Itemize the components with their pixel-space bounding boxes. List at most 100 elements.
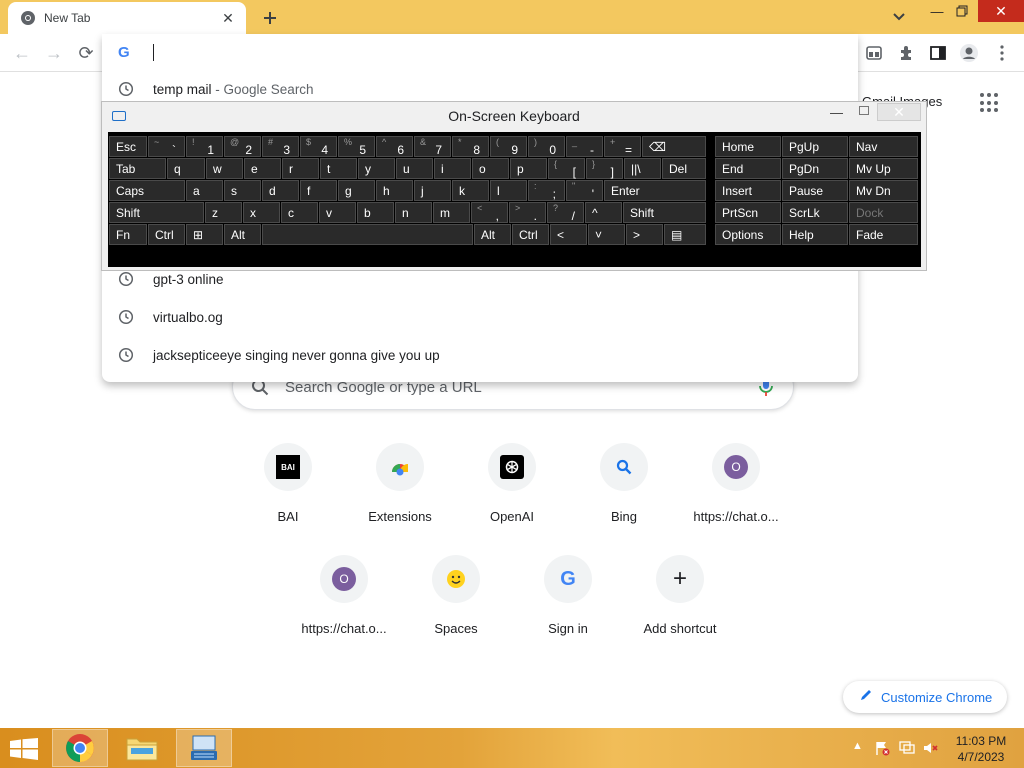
key[interactable]: j <box>414 180 451 201</box>
key[interactable]: r <box>282 158 319 179</box>
key[interactable]: a <box>186 180 223 201</box>
shortcut-chat-1[interactable]: O https://chat.o... <box>680 443 792 543</box>
omnibox-input-caret[interactable] <box>153 44 154 61</box>
key[interactable]: Fade <box>849 224 918 245</box>
key[interactable]: n <box>395 202 432 223</box>
key[interactable]: f <box>300 180 337 201</box>
key[interactable]: {[ <box>548 158 585 179</box>
key[interactable]: Alt <box>474 224 511 245</box>
key[interactable]: Insert <box>715 180 781 201</box>
reload-button[interactable]: ⟳ <box>74 41 98 65</box>
key[interactable]: End <box>715 158 781 179</box>
key[interactable]: PrtScn <box>715 202 781 223</box>
extensions-icon[interactable] <box>895 42 917 64</box>
shortcut-spaces[interactable]: Spaces <box>400 555 512 655</box>
key[interactable]: Mv Dn <box>849 180 918 201</box>
volume-muted-icon[interactable] <box>922 740 938 759</box>
menu-kebab-icon[interactable] <box>991 42 1013 64</box>
key[interactable]: Fn <box>109 224 147 245</box>
taskbar-file-explorer[interactable] <box>114 729 170 767</box>
key[interactable]: c <box>281 202 318 223</box>
key[interactable]: Caps <box>109 180 185 201</box>
key[interactable]: m <box>433 202 470 223</box>
key[interactable]: Alt <box>224 224 261 245</box>
key[interactable]: + = <box>604 136 641 157</box>
shortcut-sign-in[interactable]: G Sign in <box>512 555 624 655</box>
google-apps-icon[interactable] <box>980 93 1000 113</box>
key[interactable]: PgUp <box>782 136 848 157</box>
key[interactable]: ) 0 <box>528 136 565 157</box>
key[interactable]: s <box>224 180 261 201</box>
action-center-flag-icon[interactable] <box>874 740 890 759</box>
key[interactable]: % 5 <box>338 136 375 157</box>
customize-chrome-button[interactable]: Customize Chrome <box>843 681 1007 713</box>
profile-avatar-icon[interactable] <box>958 42 980 64</box>
key[interactable]: PgDn <box>782 158 848 179</box>
key[interactable]: :; <box>528 180 565 201</box>
key[interactable]: & 7 <box>414 136 451 157</box>
key[interactable]: _ - <box>566 136 603 157</box>
key[interactable]: ▤ <box>664 224 706 245</box>
window-close-button[interactable]: ✕ <box>978 0 1024 22</box>
key[interactable]: k <box>452 180 489 201</box>
key[interactable]: Tab <box>109 158 166 179</box>
start-button[interactable] <box>10 738 38 760</box>
tab-new-tab[interactable]: New Tab ✕ <box>8 2 246 34</box>
omnibox-suggestion[interactable]: jacksepticeeye singing never gonna give … <box>102 336 858 374</box>
taskbar-chrome[interactable] <box>52 729 108 767</box>
forward-button[interactable]: → <box>42 41 66 65</box>
osk-minimize-button[interactable]: — <box>830 105 843 120</box>
shortcut-chat-2[interactable]: O https://chat.o... <box>288 555 400 655</box>
key[interactable]: Esc <box>109 136 147 157</box>
tab-search-button[interactable] <box>888 6 910 28</box>
key[interactable]: p <box>510 158 547 179</box>
osk-titlebar[interactable]: On-Screen Keyboard — ✕ <box>102 102 926 130</box>
key[interactable]: t <box>320 158 357 179</box>
key[interactable]: ~ ` <box>148 136 185 157</box>
show-hidden-icons-button[interactable]: ▲ <box>852 740 863 752</box>
key[interactable]: " ' <box>566 180 603 201</box>
side-panel-icon[interactable] <box>927 42 949 64</box>
shortcut-extensions[interactable]: Extensions <box>344 443 456 543</box>
taskbar-on-screen-keyboard[interactable] <box>176 729 232 767</box>
key[interactable]: w <box>206 158 243 179</box>
key[interactable]: Del <box>662 158 706 179</box>
key[interactable]: #3 <box>262 136 299 157</box>
key[interactable]: (9 <box>490 136 527 157</box>
key[interactable]: >. <box>509 202 546 223</box>
key[interactable]: o <box>472 158 509 179</box>
key[interactable]: d <box>262 180 299 201</box>
key[interactable]: u <box>396 158 433 179</box>
new-tab-button[interactable] <box>258 6 282 30</box>
back-button[interactable]: ← <box>10 41 34 65</box>
network-icon[interactable] <box>898 740 916 759</box>
key[interactable]: Home <box>715 136 781 157</box>
key[interactable]: Mv Up <box>849 158 918 179</box>
key[interactable]: ^ 6 <box>376 136 413 157</box>
tab-groups-icon[interactable] <box>863 42 885 64</box>
key[interactable]: $4 <box>300 136 337 157</box>
key[interactable]: Shift <box>623 202 706 223</box>
key[interactable]: > <box>626 224 663 245</box>
key[interactable]: ⊞ <box>186 224 223 245</box>
key[interactable]: Ctrl <box>148 224 185 245</box>
key[interactable]: Options <box>715 224 781 245</box>
key[interactable]: < <box>550 224 587 245</box>
osk-close-button[interactable]: ✕ <box>877 103 921 121</box>
taskbar-clock[interactable]: 11:03 PM 4/7/2023 <box>950 733 1012 765</box>
key[interactable]: g <box>338 180 375 201</box>
add-shortcut-button[interactable]: + Add shortcut <box>624 555 736 655</box>
shortcut-bing[interactable]: Bing <box>568 443 680 543</box>
key[interactable]: ^ <box>585 202 622 223</box>
shortcut-openai[interactable]: OpenAI <box>456 443 568 543</box>
osk-maximize-button[interactable] <box>859 106 869 115</box>
key[interactable]: Dock <box>849 202 918 223</box>
key[interactable]: ˅ <box>588 224 625 245</box>
key[interactable]: x <box>243 202 280 223</box>
key[interactable]: ⌫ <box>642 136 706 157</box>
key[interactable]: ? / <box>547 202 584 223</box>
omnibox-suggestion[interactable]: virtualbo.og <box>102 298 858 336</box>
key[interactable]: Shift <box>109 202 204 223</box>
key[interactable]: }] <box>586 158 623 179</box>
key[interactable]: l <box>490 180 527 201</box>
